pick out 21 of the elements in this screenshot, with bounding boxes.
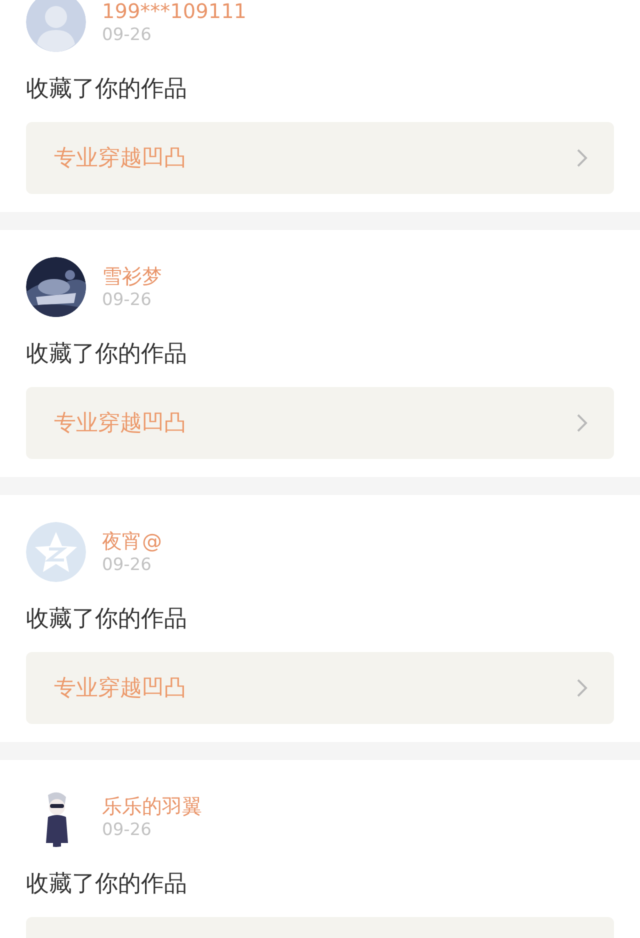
user-name[interactable]: 199***109111 bbox=[102, 0, 247, 24]
activity-text: 收藏了你的作品 bbox=[26, 605, 188, 634]
user-name[interactable]: 雪衫梦 bbox=[102, 263, 162, 289]
activity-text: 收藏了你的作品 bbox=[26, 75, 188, 104]
work-link-card[interactable]: 专业穿越凹凸 bbox=[26, 122, 614, 194]
date-text: 09-26 bbox=[102, 554, 152, 576]
work-link-card[interactable]: 专业穿越凹凸 bbox=[26, 652, 614, 724]
date-text: 09-26 bbox=[102, 819, 152, 841]
date-text: 09-26 bbox=[102, 24, 152, 46]
user-name[interactable]: 夜宵@ bbox=[102, 528, 162, 554]
chevron-right-icon bbox=[576, 678, 588, 698]
work-title: 专业穿越凹凸 bbox=[54, 674, 186, 702]
chevron-right-icon bbox=[576, 148, 588, 168]
work-title: 专业穿越凹凸 bbox=[54, 144, 186, 172]
work-title: 专业穿越凹凸 bbox=[54, 410, 186, 438]
date-text: 09-26 bbox=[102, 289, 152, 311]
chevron-right-icon bbox=[576, 413, 588, 433]
activity-text: 收藏了你的作品 bbox=[26, 870, 188, 899]
work-link-card[interactable]: 专业穿越凹凸 bbox=[26, 387, 614, 459]
activity-text: 收藏了你的作品 bbox=[26, 340, 188, 369]
user-name[interactable]: 乐乐的羽翼 bbox=[102, 793, 202, 819]
